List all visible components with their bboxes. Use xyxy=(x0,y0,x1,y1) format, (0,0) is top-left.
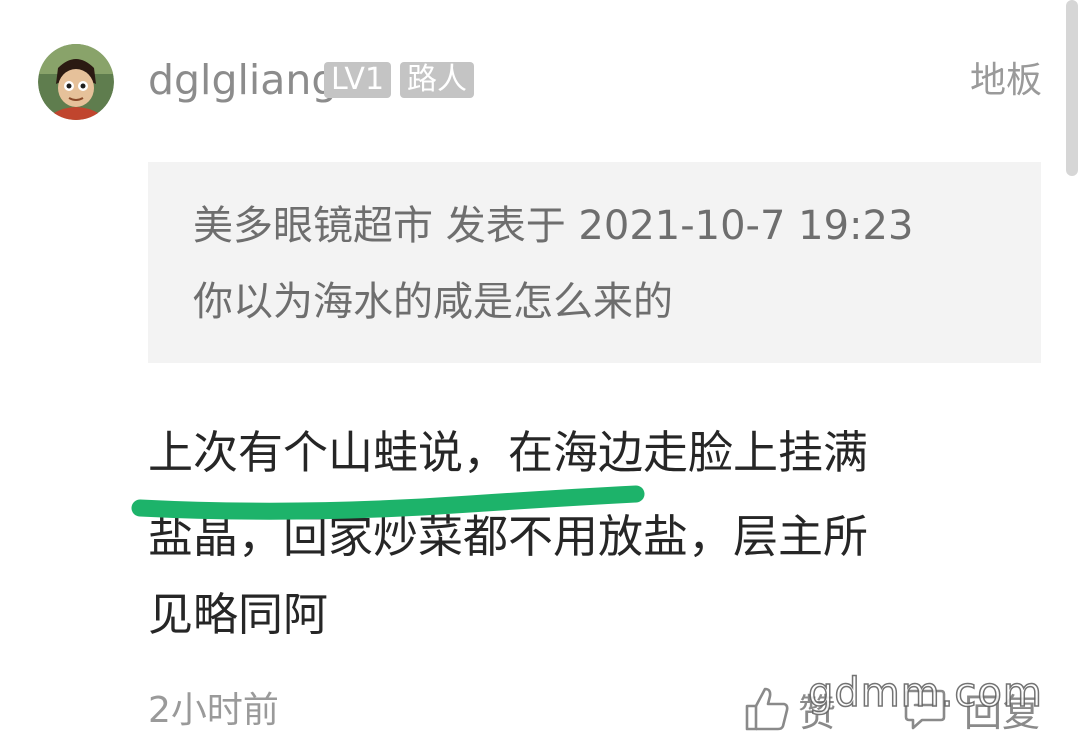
reply-text-line: 上次有个山蛙说，在海边走脸上挂满 xyxy=(148,426,869,479)
scrollbar-thumb[interactable] xyxy=(1066,0,1078,176)
post-time: 2小时前 xyxy=(148,690,279,731)
avatar[interactable] xyxy=(38,44,114,120)
scrollbar[interactable] xyxy=(1064,0,1080,754)
quoted-post: 美多眼镜超市 发表于 2021-10-7 19:23 你以为海水的咸是怎么来的 xyxy=(148,162,1041,363)
reply-text-line: 盐晶，回家炒菜都不用放盐，层主所 xyxy=(148,510,869,563)
site-watermark: gdmm.com xyxy=(807,669,1043,717)
quote-header: 美多眼镜超市 发表于 2021-10-7 19:23 xyxy=(193,203,914,249)
role-badge: 路人 xyxy=(400,62,474,98)
level-badge: LV1 xyxy=(324,62,392,98)
thumbs-up-icon[interactable] xyxy=(744,684,790,732)
post-screen: dglgliang LV1 路人 地板 美多眼镜超市 发表于 2021-10-7… xyxy=(0,0,1080,754)
floor-label: 地板 xyxy=(969,60,1042,101)
username[interactable]: dglgliang xyxy=(148,54,337,106)
quote-text: 你以为海水的咸是怎么来的 xyxy=(193,279,673,325)
avatar-image xyxy=(38,44,114,120)
reply-text-line: 见略同阿 xyxy=(148,588,329,641)
